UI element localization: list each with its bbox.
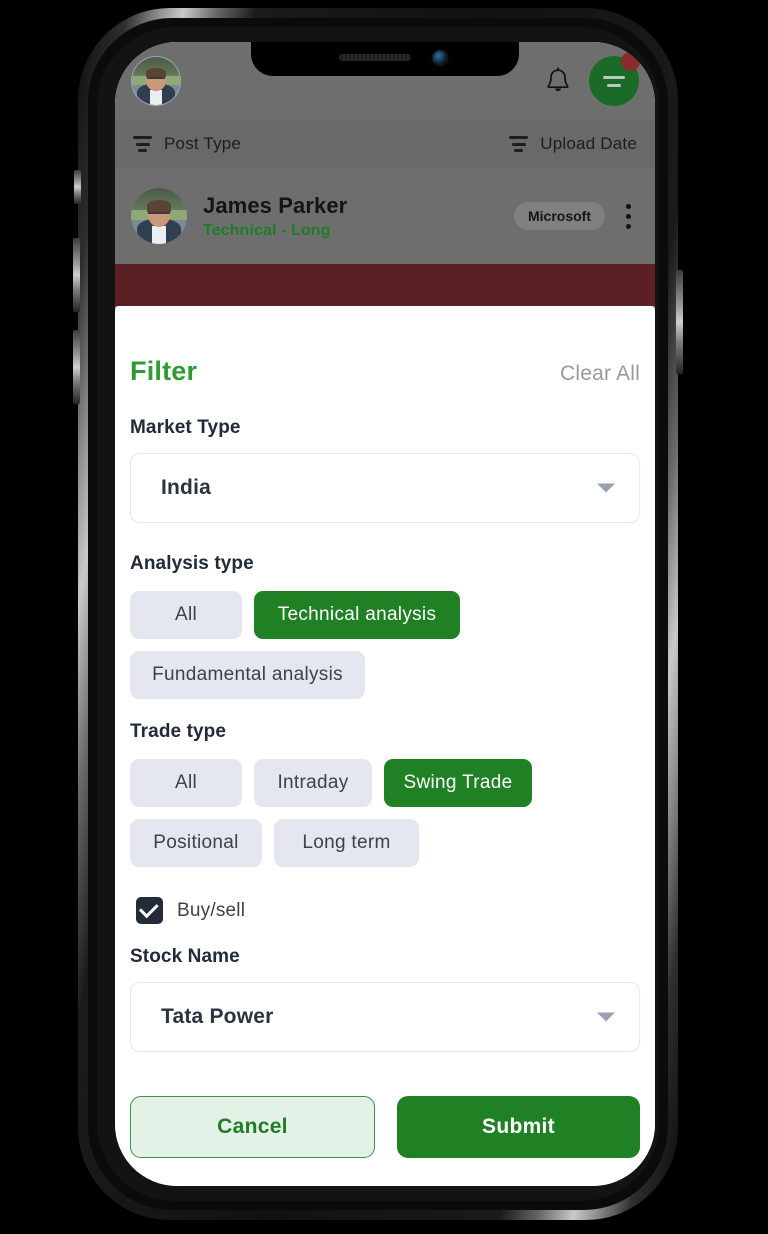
buy-sell-checkbox[interactable] xyxy=(136,897,163,924)
post-tag-badge[interactable]: Microsoft xyxy=(514,202,605,230)
cancel-button[interactable]: Cancel xyxy=(130,1096,375,1158)
user-avatar[interactable] xyxy=(131,56,181,106)
post-author-avatar[interactable] xyxy=(131,188,187,244)
clear-all-button[interactable]: Clear All xyxy=(560,362,640,386)
phone-screen: Post Type Upload Date James Parker Techn… xyxy=(115,42,655,1186)
avatar-artwork xyxy=(132,57,180,105)
post-subtitle: Technical - Long xyxy=(203,221,331,239)
earpiece-speaker-icon xyxy=(339,54,411,61)
buy-sell-label: Buy/sell xyxy=(177,899,246,921)
chip-trade-all[interactable]: All xyxy=(130,759,242,807)
stock-name-select[interactable]: Tata Power xyxy=(130,982,640,1052)
sort-filter-bar: Post Type Upload Date xyxy=(115,120,655,168)
upload-date-filter[interactable]: Upload Date xyxy=(509,134,637,154)
hamburger-line xyxy=(607,83,621,87)
chip-trade-positional[interactable]: Positional xyxy=(130,819,262,867)
filter-sheet: Filter Clear All Market Type India Analy… xyxy=(115,306,655,1186)
notification-badge xyxy=(621,52,640,71)
market-type-label: Market Type xyxy=(130,417,241,438)
hamburger-menu-button[interactable] xyxy=(589,52,640,106)
filter-lines-icon xyxy=(509,136,529,152)
stock-name-label: Stock Name xyxy=(130,946,240,967)
post-meta: James Parker Technical - Long xyxy=(203,192,514,240)
chevron-down-icon xyxy=(597,483,615,493)
phone-power-button[interactable] xyxy=(676,270,683,374)
chip-analysis-all[interactable]: All xyxy=(130,591,242,639)
phone-mute-switch[interactable] xyxy=(74,170,81,204)
post-type-label: Post Type xyxy=(164,134,242,153)
more-vertical-icon[interactable] xyxy=(617,199,639,233)
bell-icon[interactable] xyxy=(541,64,575,98)
avatar-artwork xyxy=(131,188,187,244)
post-type-filter[interactable]: Post Type xyxy=(133,134,241,154)
chip-analysis-technical[interactable]: Technical analysis xyxy=(254,591,460,639)
page-title: Filter xyxy=(130,356,198,386)
phone-volume-down-button[interactable] xyxy=(73,330,80,404)
trade-type-label: Trade type xyxy=(130,721,227,742)
hamburger-line xyxy=(603,75,625,79)
chip-trade-swing[interactable]: Swing Trade xyxy=(384,759,532,807)
chip-analysis-fundamental[interactable]: Fundamental analysis xyxy=(130,651,365,699)
post-card[interactable]: James Parker Technical - Long Microsoft xyxy=(115,168,655,264)
buy-sell-checkbox-row[interactable]: Buy/sell xyxy=(130,897,640,924)
filter-sheet-footer: Cancel Submit xyxy=(130,1074,640,1186)
analysis-type-chip-row: All Technical analysis Fundamental analy… xyxy=(130,591,640,699)
upload-date-label: Upload Date xyxy=(540,134,637,153)
check-icon xyxy=(138,898,159,919)
filter-lines-icon xyxy=(133,136,152,152)
front-camera-icon xyxy=(433,51,447,65)
market-type-select[interactable]: India xyxy=(130,453,640,523)
chevron-down-icon xyxy=(597,1012,615,1022)
stock-name-value: Tata Power xyxy=(161,1005,274,1028)
trade-type-chip-row: All Intraday Swing Trade Positional Long… xyxy=(130,759,640,867)
post-author-name: James Parker xyxy=(203,193,348,219)
chip-trade-intraday[interactable]: Intraday xyxy=(254,759,372,807)
chip-trade-long-term[interactable]: Long term xyxy=(274,819,419,867)
phone-notch xyxy=(251,42,519,76)
filter-sheet-header: Filter Clear All xyxy=(130,306,640,387)
analysis-type-label: Analysis type xyxy=(130,553,254,574)
phone-volume-up-button[interactable] xyxy=(73,238,80,312)
submit-button[interactable]: Submit xyxy=(397,1096,640,1158)
market-type-value: India xyxy=(161,476,212,499)
post-media-band xyxy=(115,264,655,306)
